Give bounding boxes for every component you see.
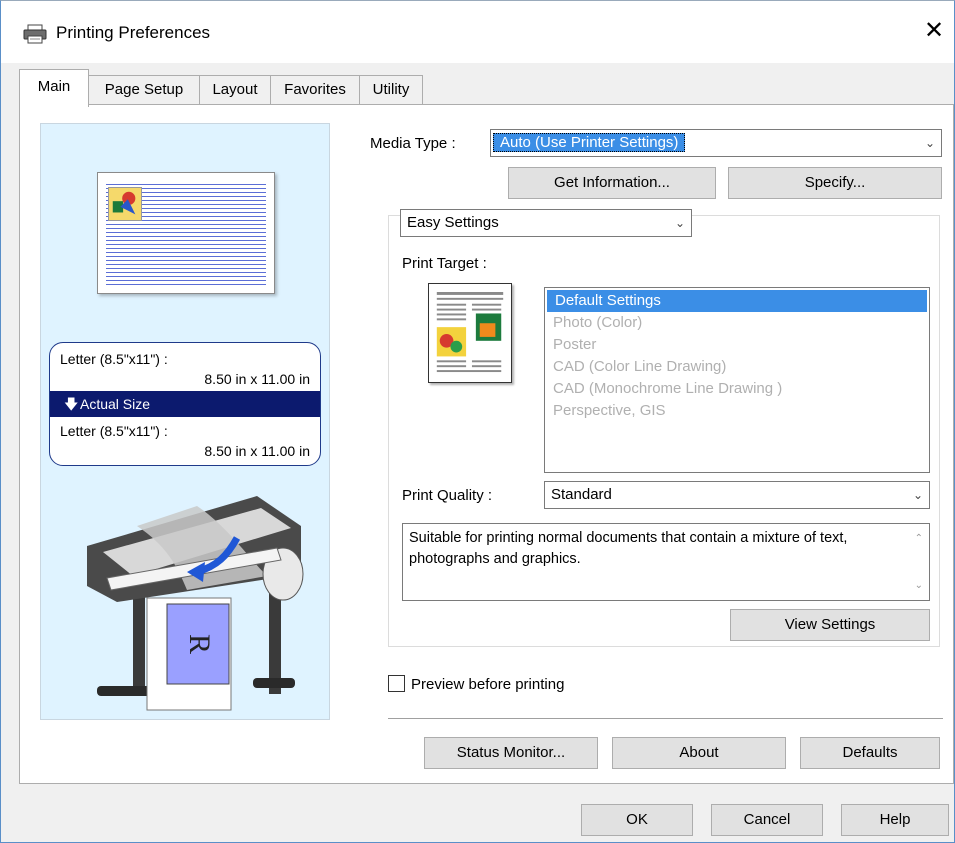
tab-main[interactable]: Main xyxy=(19,69,89,107)
settings-mode-value: Easy Settings xyxy=(407,214,499,231)
window-title: Printing Preferences xyxy=(56,23,211,42)
checkbox-box[interactable] xyxy=(388,675,405,692)
printing-preferences-dialog: Printing Preferences ✕ Main Page Setup L… xyxy=(0,0,955,843)
status-monitor-button[interactable]: Status Monitor... xyxy=(424,737,598,769)
get-information-button[interactable]: Get Information... xyxy=(508,167,716,199)
tab-page-setup[interactable]: Page Setup xyxy=(88,75,200,105)
printer-icon xyxy=(23,24,47,44)
list-item[interactable]: Default Settings xyxy=(547,290,927,312)
chevron-down-icon: ⌄ xyxy=(674,216,685,230)
media-type-value: Auto (Use Printer Settings) xyxy=(493,133,686,152)
tab-layout[interactable]: Layout xyxy=(199,75,271,105)
settings-mode-select[interactable]: Easy Settings ⌄ xyxy=(400,209,692,237)
output-size-value: 8.50 in x 11.00 in xyxy=(204,443,310,459)
list-item[interactable]: CAD (Color Line Drawing) xyxy=(545,356,929,378)
preview-before-printing-checkbox[interactable]: Preview before printing xyxy=(388,675,564,693)
scroll-up-icon[interactable]: ⌃ xyxy=(915,528,923,549)
list-item[interactable]: CAD (Monochrome Line Drawing ) xyxy=(545,378,929,400)
cancel-button[interactable]: Cancel xyxy=(711,804,823,836)
description-text-area[interactable]: Suitable for printing normal documents t… xyxy=(402,523,930,601)
original-size-value: 8.50 in x 11.00 in xyxy=(204,371,310,387)
ok-button[interactable]: OK xyxy=(581,804,693,836)
main-tab-panel: Letter (8.5"x11") : 8.50 in x 11.00 in 🡇… xyxy=(19,104,954,784)
specify-button[interactable]: Specify... xyxy=(728,167,942,199)
tab-utility[interactable]: Utility xyxy=(359,75,423,105)
print-quality-value: Standard xyxy=(551,486,612,503)
down-arrow-icon: 🡇 xyxy=(64,396,79,412)
description-text: Suitable for printing normal documents t… xyxy=(409,530,848,567)
large-format-printer-illustration: R xyxy=(87,496,304,711)
paper-size-summary: Letter (8.5"x11") : 8.50 in x 11.00 in 🡇… xyxy=(49,342,321,466)
document-image-icon xyxy=(108,187,142,221)
media-type-select[interactable]: Auto (Use Printer Settings) ⌄ xyxy=(490,129,942,157)
scaling-bar: 🡇 Actual Size xyxy=(50,391,320,417)
print-quality-select[interactable]: Standard ⌄ xyxy=(544,481,930,509)
help-button[interactable]: Help xyxy=(841,804,949,836)
preview-checkbox-label: Preview before printing xyxy=(411,676,565,693)
title-bar: Printing Preferences ✕ xyxy=(1,1,954,63)
chevron-down-icon: ⌄ xyxy=(924,136,935,150)
list-item[interactable]: Poster xyxy=(545,334,929,356)
print-preview-pane: Letter (8.5"x11") : 8.50 in x 11.00 in 🡇… xyxy=(40,123,330,720)
about-button[interactable]: About xyxy=(612,737,786,769)
scaling-label: Actual Size xyxy=(80,396,151,412)
output-size-label: Letter (8.5"x11") : xyxy=(60,423,168,439)
view-settings-button[interactable]: View Settings xyxy=(730,609,930,641)
original-size-label: Letter (8.5"x11") : xyxy=(60,351,168,367)
close-button[interactable]: ✕ xyxy=(914,11,954,51)
media-type-label: Media Type : xyxy=(370,135,456,152)
printer-letter: R xyxy=(183,634,216,654)
print-target-thumbnail xyxy=(428,283,512,383)
chevron-down-icon: ⌄ xyxy=(912,488,923,502)
print-target-label: Print Target : xyxy=(402,255,487,272)
page-thumbnail xyxy=(97,172,275,294)
print-target-list[interactable]: Default Settings Photo (Color) Poster CA… xyxy=(544,287,930,473)
defaults-button[interactable]: Defaults xyxy=(800,737,940,769)
divider xyxy=(388,718,943,719)
close-icon: ✕ xyxy=(923,17,945,44)
list-item[interactable]: Perspective, GIS xyxy=(545,400,929,422)
list-item[interactable]: Photo (Color) xyxy=(545,312,929,334)
print-quality-label: Print Quality : xyxy=(402,487,493,504)
scroll-down-icon[interactable]: ⌄ xyxy=(915,575,923,596)
tab-favorites[interactable]: Favorites xyxy=(270,75,360,105)
